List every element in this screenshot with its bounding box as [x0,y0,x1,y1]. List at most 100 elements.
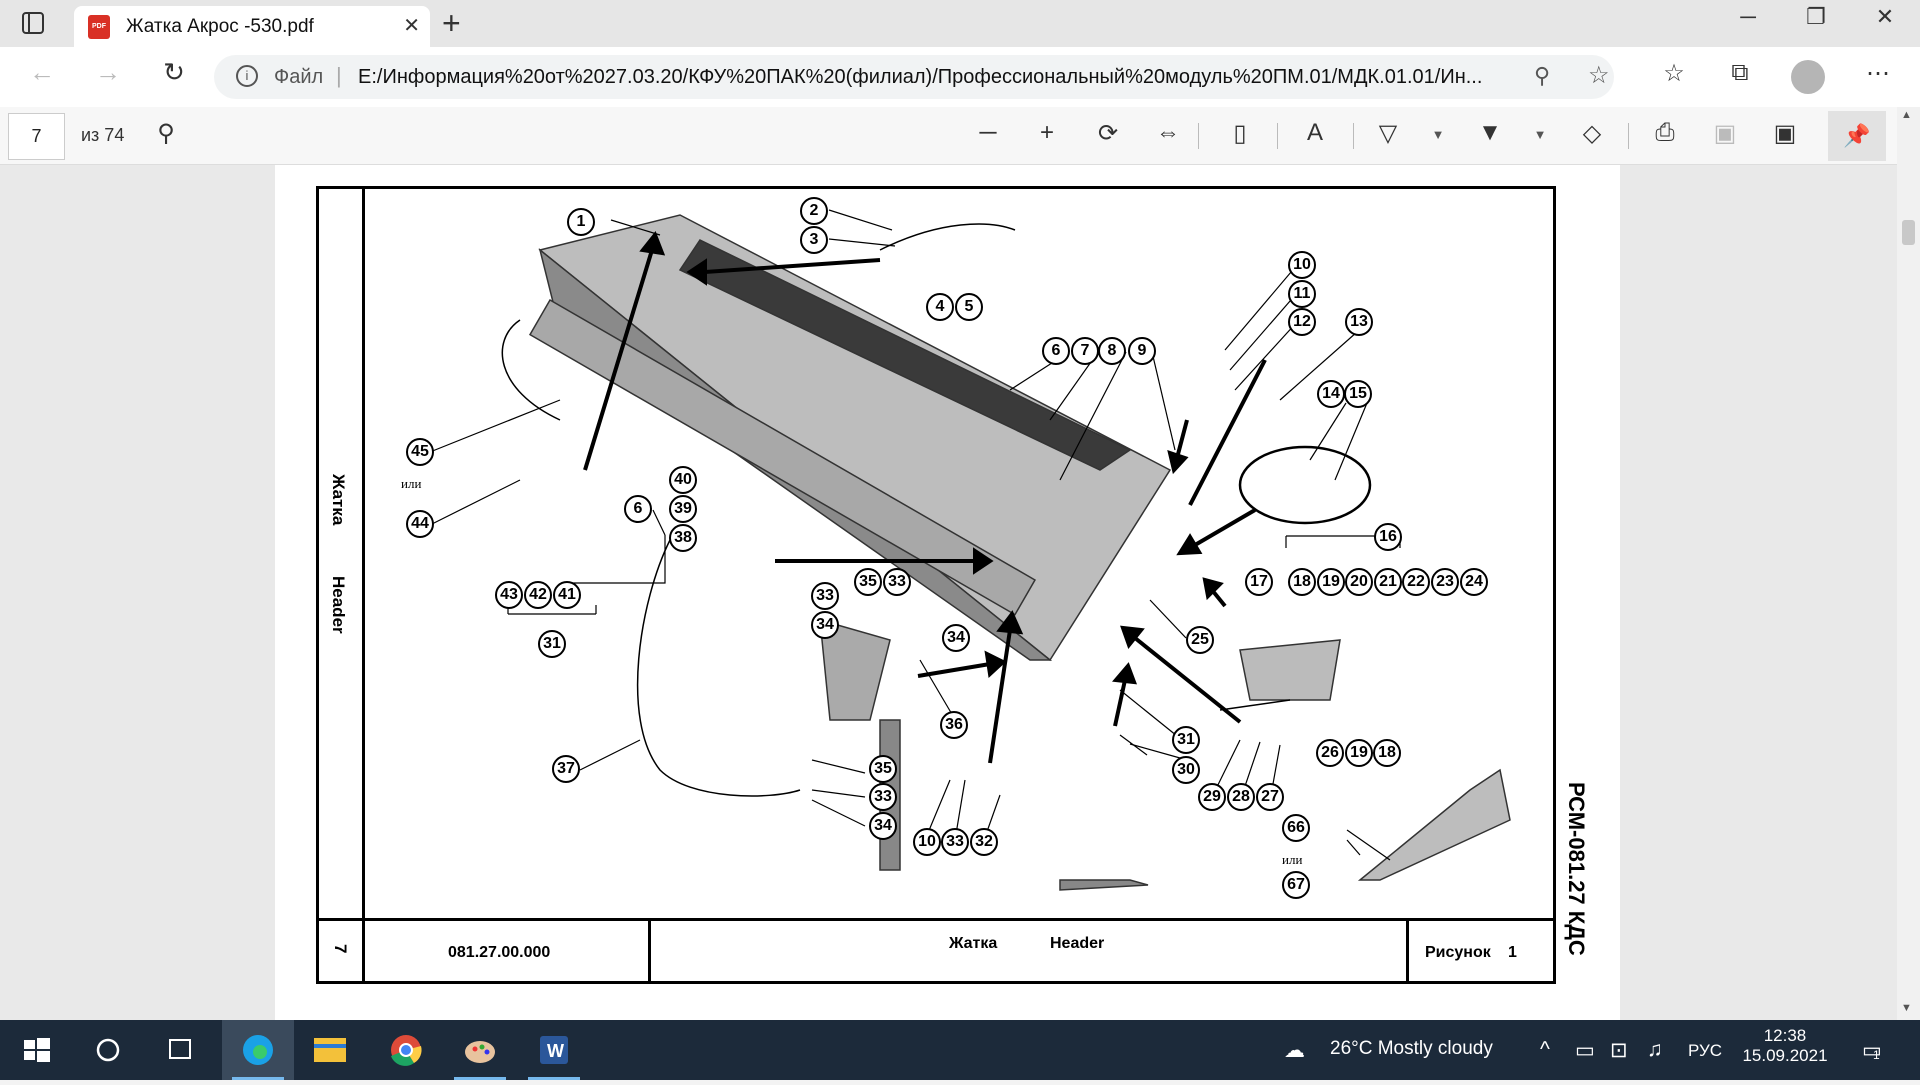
maximize-button[interactable]: ❐ [1786,4,1846,30]
page-view-icon[interactable]: ▯ [1220,119,1260,148]
callout-33: 33 [869,783,897,811]
callout-35: 35 [869,755,897,783]
drawing-code: 081.27.00.000 [448,944,551,961]
callout-7: 7 [1071,337,1099,365]
forward-button[interactable]: → [88,57,128,88]
url-text[interactable]: E:/Информация%20от%2027.03.20/КФУ%20ПАК%… [358,66,1498,89]
callout-36: 36 [940,711,968,739]
callout-19: 19 [1317,568,1345,596]
callout-42: 42 [524,581,552,609]
callout-24: 24 [1460,568,1488,596]
volume-icon[interactable]: ♫ [1647,1038,1663,1062]
file-explorer-icon[interactable] [294,1020,366,1080]
fit-width-icon[interactable]: ⇔ [1148,119,1188,147]
callout-39: 39 [669,495,697,523]
info-icon[interactable]: i [236,65,258,87]
callout-37: 37 [552,755,580,783]
zoom-in-button[interactable]: + [1027,119,1067,147]
task-view-icon[interactable] [144,1020,216,1080]
paint-icon[interactable] [444,1020,516,1080]
callout-28: 28 [1227,783,1255,811]
tray-chevron-icon[interactable]: ^ [1540,1038,1550,1062]
callout-44: 44 [406,510,434,538]
pdf-toolbar: 7 из 74 ⚲ ─ + ⟳ ⇔ ▯ A ▽ ▼ ▼ ▼ ◇ ⎙ ▣ ▣ 📌 [0,107,1920,165]
sheet-number: 7 [331,944,350,954]
zoom-icon[interactable]: ⚲ [1534,63,1550,89]
side-label-en: Header [329,576,348,634]
address-bar[interactable]: i Файл | E:/Информация%20от%2027.03.20/К… [214,55,1614,99]
page-count: из 74 [81,125,125,145]
back-button[interactable]: ← [22,57,62,88]
edge-taskbar-icon[interactable] [222,1020,294,1080]
callout-67: 67 [1282,871,1310,899]
scrollbar-thumb[interactable] [1902,220,1915,245]
or-label-2: или [1282,852,1303,867]
tab-close-icon[interactable]: ✕ [403,13,420,38]
favorites-icon[interactable]: ☆ [1654,59,1694,88]
clock-date: 15.09.2021 [1742,1046,1828,1065]
callout-18: 18 [1288,568,1316,596]
word-icon[interactable]: W [518,1020,590,1080]
search-icon[interactable]: ⚲ [146,119,186,148]
pdf-icon: PDF [88,15,110,39]
figure-label: Рисунок [1425,944,1491,961]
battery-icon[interactable]: ▭ [1575,1038,1595,1063]
refresh-button[interactable]: ↻ [154,57,194,88]
save-icon[interactable]: ▣ [1705,119,1745,148]
callout-34: 34 [869,812,897,840]
page-number-input[interactable]: 7 [8,113,65,160]
highlight-options-chevron-icon[interactable]: ▼ [1520,127,1560,142]
draw-icon[interactable]: ▽ [1368,119,1408,148]
callout-22: 22 [1402,568,1430,596]
chrome-icon[interactable] [370,1020,442,1080]
vertical-scrollbar[interactable]: ▲ ▼ [1897,107,1920,1020]
draw-options-chevron-icon[interactable]: ▼ [1418,127,1458,142]
callout-38: 38 [669,524,697,552]
menu-icon[interactable]: ⋯ [1858,59,1898,88]
clock[interactable]: 12:38 15.09.2021 [1735,1026,1835,1066]
callout-34: 34 [942,624,970,652]
callout-16: 16 [1374,523,1402,551]
network-icon[interactable]: ⊡ [1610,1038,1628,1063]
avatar[interactable] [1791,60,1825,94]
clock-time: 12:38 [1763,1026,1807,1045]
language-indicator[interactable]: РУС [1688,1041,1722,1061]
callout-32: 32 [970,828,998,856]
close-window-button[interactable]: ✕ [1855,4,1915,30]
collections-icon[interactable]: ⧉ [1720,59,1760,87]
add-favorite-icon[interactable]: ☆ [1588,61,1610,90]
new-tab-button[interactable]: + [442,5,461,42]
eraser-icon[interactable]: ◇ [1572,119,1612,148]
callout-30: 30 [1172,756,1200,784]
side-label-ru: Жатка [329,474,348,526]
search-circle-icon[interactable] [72,1020,144,1080]
tab-pdf[interactable]: PDF Жатка Акрос -530.pdf ✕ [74,6,430,47]
minimize-button[interactable]: ─ [1718,4,1778,30]
callout-33: 33 [811,582,839,610]
zoom-out-button[interactable]: ─ [968,119,1008,147]
title-bar: PDF Жатка Акрос -530.pdf ✕ + ─ ❐ ✕ [0,0,1920,47]
highlight-icon[interactable]: ▼ [1470,119,1510,147]
callout-33: 33 [883,568,911,596]
rotate-icon[interactable]: ⟳ [1088,119,1128,148]
print-icon[interactable]: ⎙ [1645,119,1685,147]
read-aloud-icon[interactable]: A [1295,119,1335,147]
callout-15: 15 [1344,380,1372,408]
save-as-icon[interactable]: ▣ [1765,119,1805,148]
callout-14: 14 [1317,380,1345,408]
callout-10: 10 [1288,251,1316,279]
start-button[interactable] [0,1020,72,1080]
pin-toolbar-button[interactable]: 📌 [1828,111,1886,161]
callout-18: 18 [1373,739,1401,767]
navigation-bar: ← → ↻ i Файл | E:/Информация%20от%2027.0… [0,47,1920,107]
weather-text[interactable]: 26°C Mostly cloudy [1330,1038,1493,1060]
weather-icon[interactable]: ☁ [1284,1038,1305,1063]
callout-8: 8 [1098,337,1126,365]
or-label: или [401,476,422,491]
callout-2: 2 [800,197,828,225]
callout-31: 31 [538,630,566,658]
tab-actions-icon[interactable] [22,12,44,34]
callout-33: 33 [941,828,969,856]
document-code: РСМ-081.27 КДС [1564,782,1589,956]
callout-5: 5 [955,293,983,321]
